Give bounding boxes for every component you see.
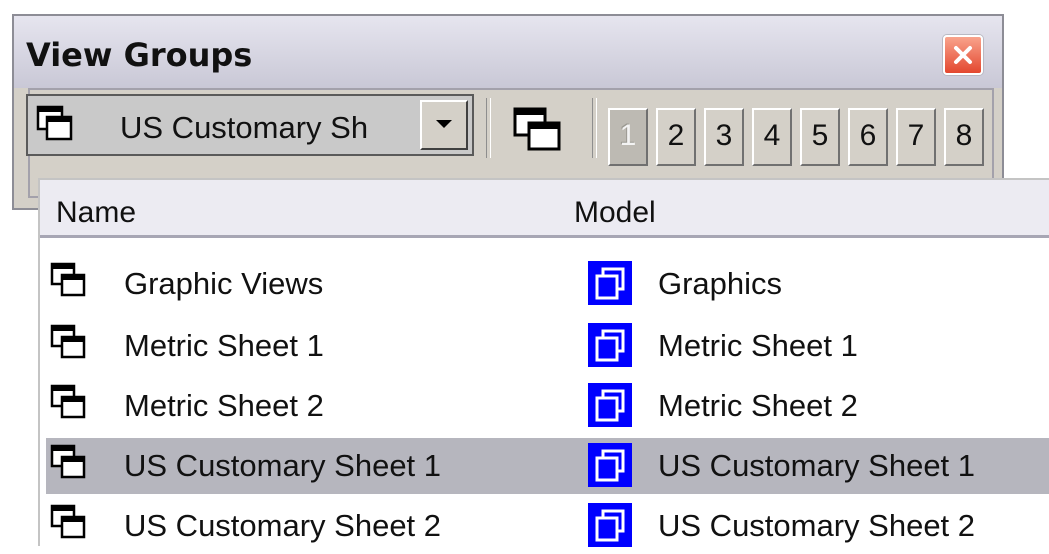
list-item-name: US Customary Sheet 2 [124, 508, 442, 543]
view-group-button[interactable] [506, 100, 574, 160]
column-header-model[interactable]: Model [574, 196, 656, 230]
model-icon [588, 261, 632, 310]
combo-dropdown-button[interactable] [420, 100, 468, 150]
list-item[interactable]: Metric Sheet 1 Metric Sheet 1 [46, 318, 1049, 374]
list-item-name: Metric Sheet 2 [124, 388, 324, 423]
view-number-button-7[interactable]: 7 [896, 108, 936, 166]
view-number-button-3[interactable]: 3 [704, 108, 744, 166]
list-header: Name Model [40, 180, 1049, 238]
list-item[interactable]: Graphic Views Graphics [46, 256, 1049, 312]
chevron-down-icon [436, 120, 452, 128]
view-group-icon [50, 262, 90, 307]
view-group-icon [50, 504, 90, 549]
list-item[interactable]: US Customary Sheet 1 US Customary Sheet 1 [46, 438, 1049, 494]
list-item-model: US Customary Sheet 2 [658, 508, 976, 543]
view-group-dropdown-list: Name Model Graphic Views Graphics Metric S… [38, 178, 1049, 549]
view-group-icon [50, 324, 90, 369]
column-header-name[interactable]: Name [56, 196, 136, 230]
view-group-icon [50, 384, 90, 429]
close-icon [954, 46, 972, 64]
model-icon [588, 323, 632, 372]
toolbar-separator [592, 98, 597, 158]
toolbar-separator [486, 98, 491, 158]
view-number-button-6[interactable]: 6 [848, 108, 888, 166]
view-number-button-4[interactable]: 4 [752, 108, 792, 166]
list-item-model: Graphics [658, 266, 783, 301]
view-number-button-2[interactable]: 2 [656, 108, 696, 166]
view-number-button-1[interactable]: 1 [608, 108, 648, 166]
view-group-icon [36, 105, 78, 152]
title-bar: View Groups [14, 16, 1002, 88]
view-number-button-5[interactable]: 5 [800, 108, 840, 166]
list-item-name: US Customary Sheet 1 [124, 448, 442, 483]
list-item-model: Metric Sheet 2 [658, 388, 858, 423]
model-icon [588, 503, 632, 552]
model-icon [588, 443, 632, 492]
close-button[interactable] [943, 35, 983, 75]
list-item[interactable]: Metric Sheet 2 Metric Sheet 2 [46, 378, 1049, 434]
view-number-button-8[interactable]: 8 [944, 108, 984, 166]
list-item-name: Graphic Views [124, 266, 324, 301]
combo-value: US Customary Sh [120, 110, 369, 145]
panel-title: View Groups [26, 36, 253, 74]
view-group-icon [513, 107, 561, 151]
view-group-icon [50, 444, 90, 489]
list-item-model: US Customary Sheet 1 [658, 448, 976, 483]
view-group-combobox[interactable]: US Customary Sh [26, 94, 474, 156]
model-icon [588, 383, 632, 432]
list-item-name: Metric Sheet 1 [124, 328, 324, 363]
list-item-model: Metric Sheet 1 [658, 328, 858, 363]
